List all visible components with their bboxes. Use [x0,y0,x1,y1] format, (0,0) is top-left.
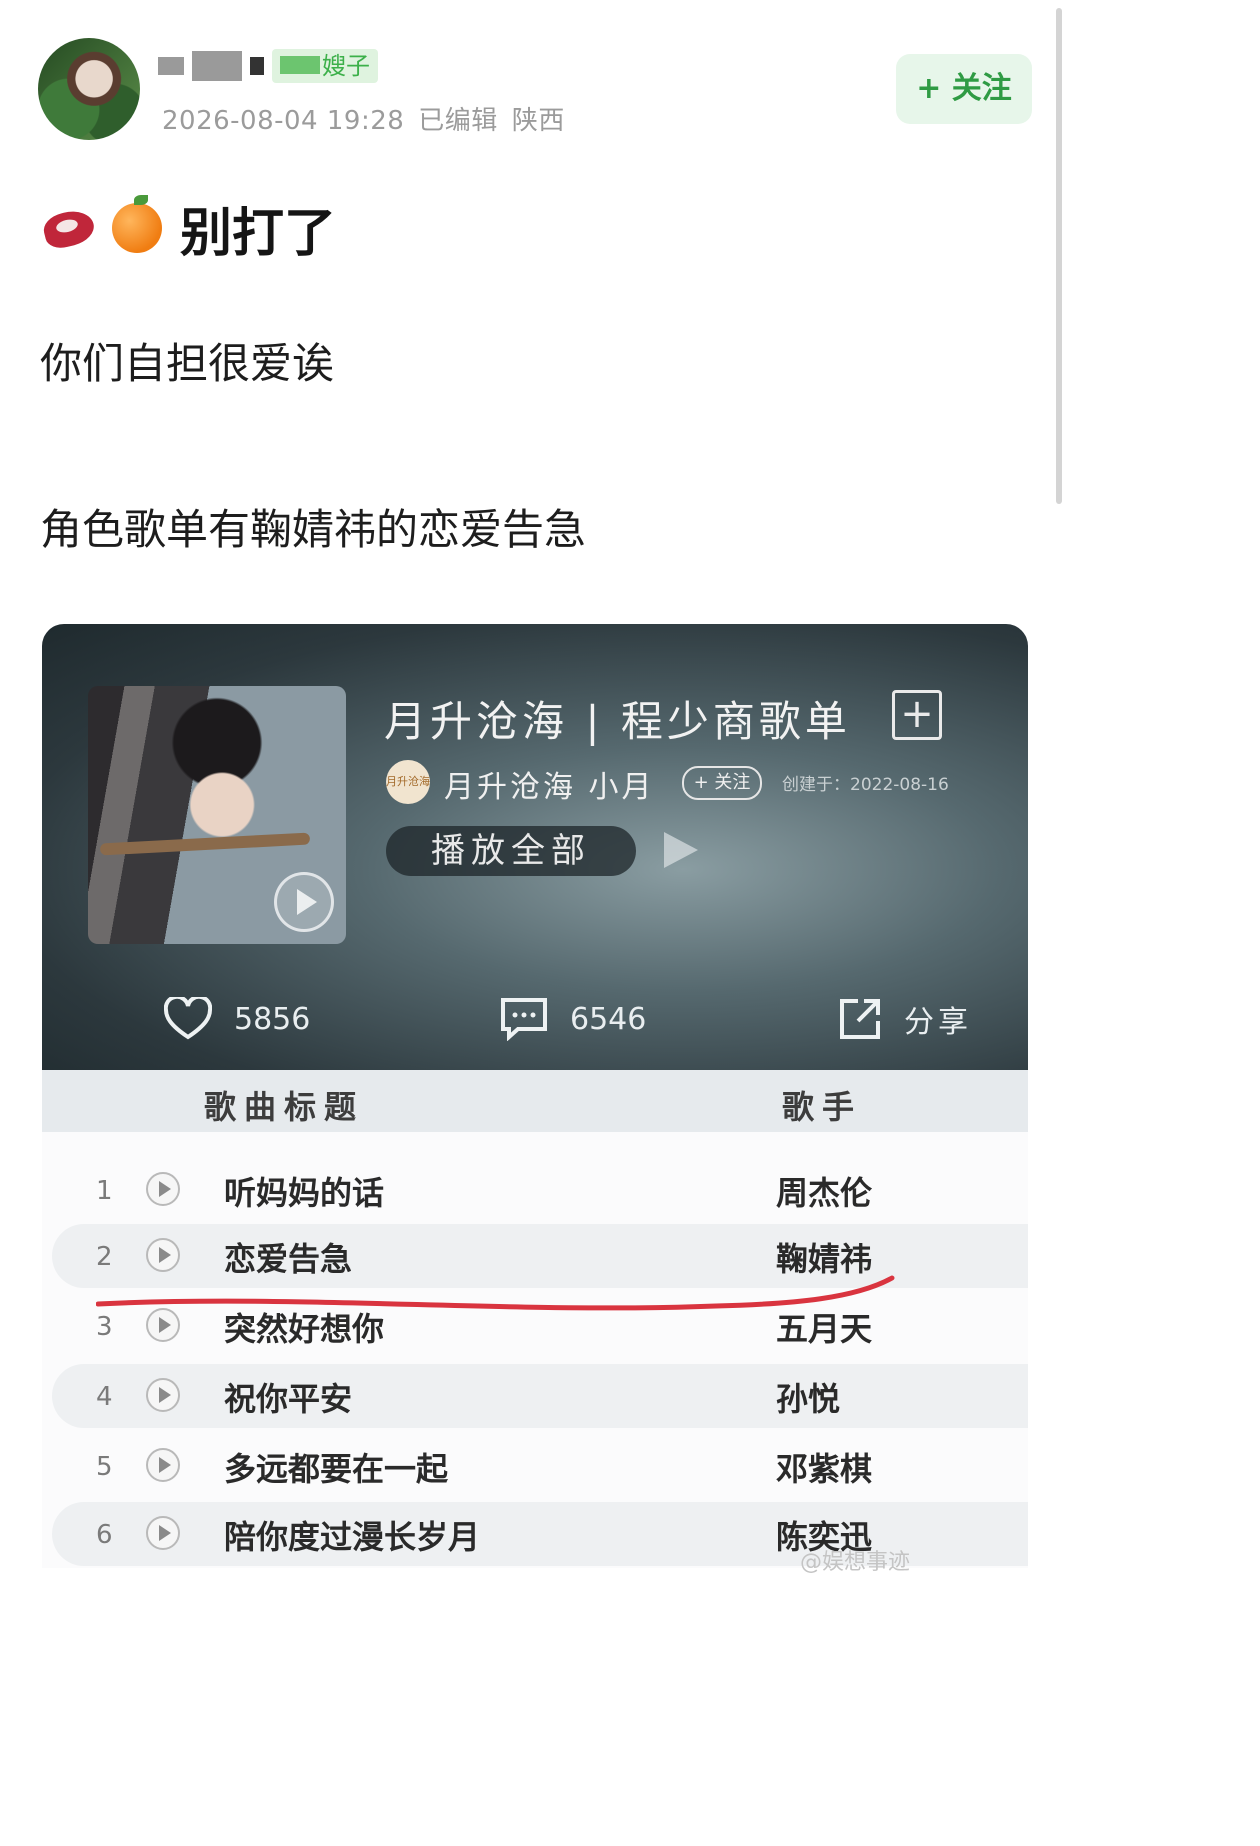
share-stat: 分享 [838,994,972,1044]
play-icon [664,832,698,868]
author-name[interactable]: 嫂子 [158,48,378,84]
header-singer: 歌手 [782,1088,863,1126]
song-title: 多远都要在一起 [224,1450,449,1488]
row-number: 1 [96,1176,113,1206]
comment-count: 6546 [570,1001,647,1037]
post-meta: 2026-08-04 19:28 已编辑 陕西 [162,100,579,137]
name-tag: 嫂子 [272,49,378,83]
created-date: 创建于：2022-08-16 [782,775,949,795]
share-label: 分享 [904,1005,972,1040]
name-mosaic [192,51,242,81]
play-circle-icon [146,1238,180,1272]
watermark: @娱想事迹 [800,1550,911,1575]
name-mosaic [158,57,184,75]
post-location: 陕西 [511,106,565,136]
play-circle-icon [146,1516,180,1550]
meat-icon [42,206,100,250]
scrollbar[interactable] [1056,8,1062,504]
play-circle-icon [146,1378,180,1412]
table-row: 1 听妈妈的话 周杰伦 [52,1158,1028,1222]
row-number: 5 [96,1452,113,1482]
table-row: 4 祝你平安 孙悦 [52,1364,1028,1428]
song-title: 祝你平安 [224,1380,353,1418]
song-table-header: 歌曲标题 歌手 [42,1070,1028,1132]
edited-label: 已编辑 [418,106,498,136]
song-singer: 邓紫棋 [776,1450,873,1488]
name-mosaic [250,57,264,75]
comment-icon [501,998,547,1041]
post-timestamp: 2026-08-04 19:28 [162,106,405,136]
play-circle-icon [146,1172,180,1206]
follow-button[interactable]: + 关注 [896,54,1032,124]
play-circle-icon [274,872,334,932]
row-number: 6 [96,1520,113,1550]
song-singer: 周杰伦 [776,1174,873,1212]
post-title: 别打了 [42,195,336,264]
orange-icon [112,195,162,253]
song-singer: 孙悦 [776,1380,841,1418]
like-count: 5856 [234,1001,311,1037]
heart-icon [164,997,212,1040]
song-title: 陪你度过漫长岁月 [224,1518,481,1556]
row-number: 2 [96,1242,113,1272]
highlight-underline [96,1275,895,1311]
add-square-icon: + [892,690,942,740]
owner-avatar: 月升沧海 [386,760,430,804]
playlist-title: 月升沧海 | 程少商歌单 [384,697,851,746]
author-avatar[interactable] [38,38,140,140]
playlist-cover [88,686,346,944]
like-stat: 5856 [164,994,310,1044]
comment-stat: 6546 [500,994,646,1044]
post-paragraph: 你们自担很爱诶 [40,339,335,388]
owner-name: 月升沧海 小月 [444,770,655,805]
owner-follow-badge: + 关注 [682,766,762,800]
share-icon [840,999,880,1039]
playlist-header: 月升沧海 | 程少商歌单 + 月升沧海 月升沧海 小月 + 关注 创建于：202… [42,624,1028,1070]
header-song: 歌曲标题 [204,1088,365,1126]
post-title-text: 别打了 [180,203,337,264]
row-number: 4 [96,1382,113,1412]
post-paragraph: 角色歌单有鞠婧祎的恋爱告急 [40,505,587,554]
song-title: 听妈妈的话 [224,1174,385,1212]
play-all-button: 播放全部 [386,826,636,876]
play-circle-icon [146,1448,180,1482]
song-list: 1 听妈妈的话 周杰伦 2 恋爱告急 鞠婧祎 3 突然好想你 五月天 4 祝你平… [42,1132,1028,1568]
table-row: 5 多远都要在一起 邓紫棋 [52,1434,1028,1498]
playlist-image[interactable]: 月升沧海 | 程少商歌单 + 月升沧海 月升沧海 小月 + 关注 创建于：202… [42,624,1028,1568]
